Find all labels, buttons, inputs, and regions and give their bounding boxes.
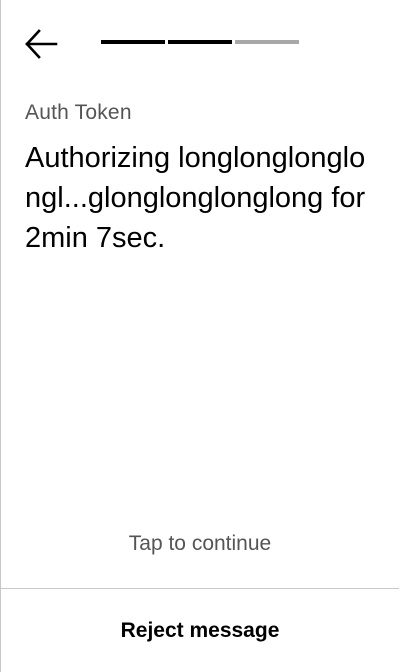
back-button[interactable] xyxy=(19,26,63,62)
progress-step-1 xyxy=(101,40,165,44)
step-progress-indicator xyxy=(101,40,299,44)
progress-step-2 xyxy=(168,40,232,44)
tap-to-continue-hint[interactable]: Tap to continue xyxy=(1,532,399,556)
progress-step-3 xyxy=(235,40,299,44)
arrow-left-icon xyxy=(25,29,58,59)
screen-subtitle: Auth Token xyxy=(25,101,132,124)
auth-token-screen: Auth Token Authorizing longlonglonglongl… xyxy=(0,0,399,672)
authorization-message: Authorizing longlonglonglongl...glonglon… xyxy=(25,142,366,254)
reject-message-button[interactable]: Reject message xyxy=(1,589,399,672)
